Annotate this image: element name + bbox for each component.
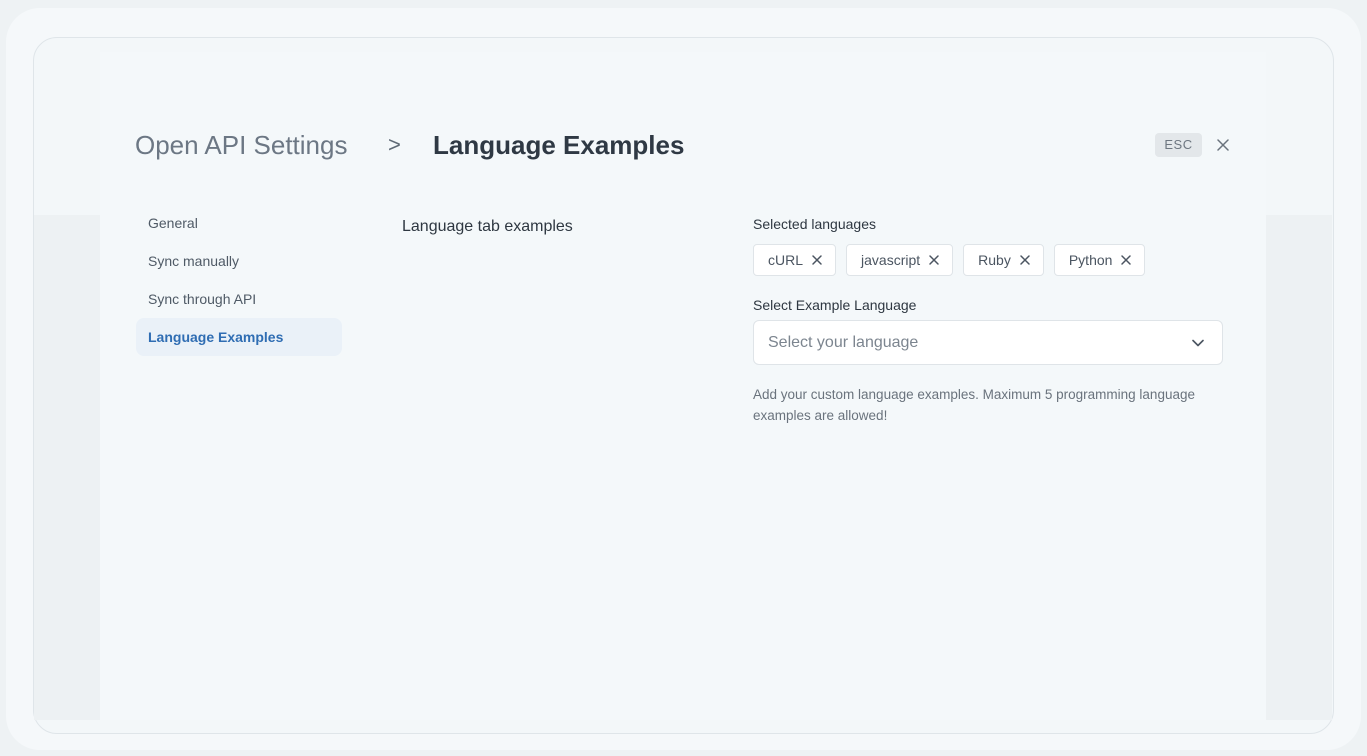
- close-icon: [1217, 139, 1229, 151]
- esc-badge: ESC: [1155, 133, 1202, 157]
- chip-label: cURL: [768, 252, 804, 268]
- remove-icon[interactable]: [1120, 254, 1132, 266]
- language-select[interactable]: Select your language: [753, 320, 1223, 365]
- backdrop-left: [34, 215, 100, 720]
- settings-sidebar: General Sync manually Sync through API L…: [136, 204, 342, 356]
- close-button[interactable]: [1212, 134, 1234, 156]
- sidebar-item-general[interactable]: General: [136, 204, 342, 242]
- breadcrumb-separator: >: [388, 132, 401, 157]
- backdrop-right: [1266, 215, 1332, 720]
- language-chip-ruby: Ruby: [963, 244, 1044, 276]
- chevron-down-icon: [1190, 335, 1206, 351]
- chip-label: Ruby: [978, 252, 1011, 268]
- helper-text: Add your custom language examples. Maxim…: [753, 387, 1195, 423]
- chip-label: javascript: [861, 252, 921, 268]
- select-placeholder: Select your language: [768, 333, 919, 351]
- select-language-label: Select Example Language: [753, 297, 917, 313]
- selected-languages-label: Selected languages: [753, 216, 876, 232]
- language-chip-javascript: javascript: [846, 244, 954, 276]
- remove-icon[interactable]: [811, 254, 823, 266]
- remove-icon[interactable]: [1019, 254, 1031, 266]
- sidebar-item-language-examples[interactable]: Language Examples: [136, 318, 342, 356]
- selected-languages-list: cURL javascript Ruby Python: [753, 244, 1146, 276]
- section-title: Language tab examples: [402, 218, 573, 235]
- remove-icon[interactable]: [928, 254, 940, 266]
- chip-label: Python: [1068, 252, 1113, 268]
- breadcrumb-root[interactable]: Open API Settings: [135, 128, 347, 162]
- sidebar-item-sync-manually[interactable]: Sync manually: [136, 242, 342, 280]
- sidebar-item-sync-through-api[interactable]: Sync through API: [136, 280, 342, 318]
- language-chip-curl: cURL: [753, 244, 837, 276]
- page-title: Language Examples: [433, 130, 685, 160]
- language-chip-python: Python: [1053, 244, 1146, 276]
